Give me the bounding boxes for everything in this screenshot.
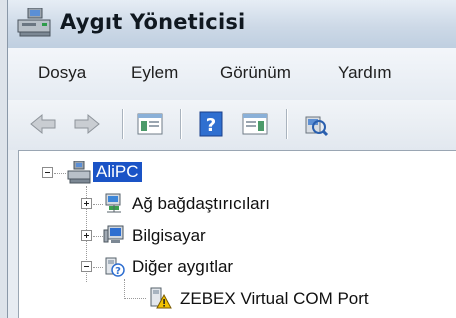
menu-bar: Dosya Eylem Görünüm Yardım: [0, 48, 456, 100]
show-hide-console-tree-icon[interactable]: [135, 109, 165, 139]
warning-device-icon: [150, 287, 172, 309]
collapse-toggle-other-devices[interactable]: [81, 261, 92, 272]
tree-root-label[interactable]: AliPC: [93, 162, 142, 182]
toolbar-separator: [122, 109, 123, 139]
menu-file[interactable]: Dosya: [38, 63, 86, 83]
help-icon[interactable]: ?: [196, 109, 226, 139]
back-arrow-icon[interactable]: [28, 109, 58, 139]
menu-action[interactable]: Eylem: [131, 63, 178, 83]
window-title: Aygıt Yöneticisi: [60, 10, 246, 34]
device-manager-icon: [17, 8, 51, 37]
toolbar: ?: [0, 100, 456, 151]
tree-connector: [93, 236, 103, 238]
unknown-device-icon: ?: [105, 257, 125, 277]
toolbar-separator: [286, 109, 287, 139]
title-bar[interactable]: Aygıt Yöneticisi: [0, 0, 456, 48]
svg-text:?: ?: [206, 115, 216, 136]
tree-node-network-adapters[interactable]: Ağ bağdaştırıcıları: [132, 194, 270, 214]
forward-arrow-icon[interactable]: [72, 109, 102, 139]
tree-node-computer[interactable]: Bilgisayar: [132, 226, 206, 246]
computer-root-icon: [67, 161, 91, 184]
tree-connector: [124, 279, 126, 299]
svg-text:?: ?: [115, 266, 121, 277]
device-manager-window: Aygıt Yöneticisi Dosya Eylem Görünüm Yar…: [0, 0, 456, 318]
tree-connector: [54, 173, 66, 175]
scan-hardware-icon[interactable]: [300, 109, 330, 139]
tree-connector: [124, 298, 146, 300]
window-left-edge: [0, 0, 7, 318]
tree-connector: [93, 204, 103, 206]
tree-connector: [93, 267, 103, 269]
toolbar-separator: [180, 109, 181, 139]
network-adapter-icon: [105, 193, 121, 213]
collapse-toggle-root[interactable]: [42, 167, 53, 178]
menu-help[interactable]: Yardım: [338, 63, 392, 83]
tree-node-other-devices[interactable]: Diğer aygıtlar: [132, 257, 233, 277]
window-left-border: [7, 0, 8, 318]
left-gutter: [8, 150, 18, 318]
expand-toggle-computer[interactable]: [81, 230, 92, 241]
expand-toggle-network[interactable]: [81, 198, 92, 209]
menu-view[interactable]: Görünüm: [220, 63, 291, 83]
properties-pane-icon[interactable]: [240, 109, 270, 139]
computer-icon: [103, 225, 124, 243]
tree-node-zebex-com-port[interactable]: ZEBEX Virtual COM Port: [180, 289, 369, 309]
